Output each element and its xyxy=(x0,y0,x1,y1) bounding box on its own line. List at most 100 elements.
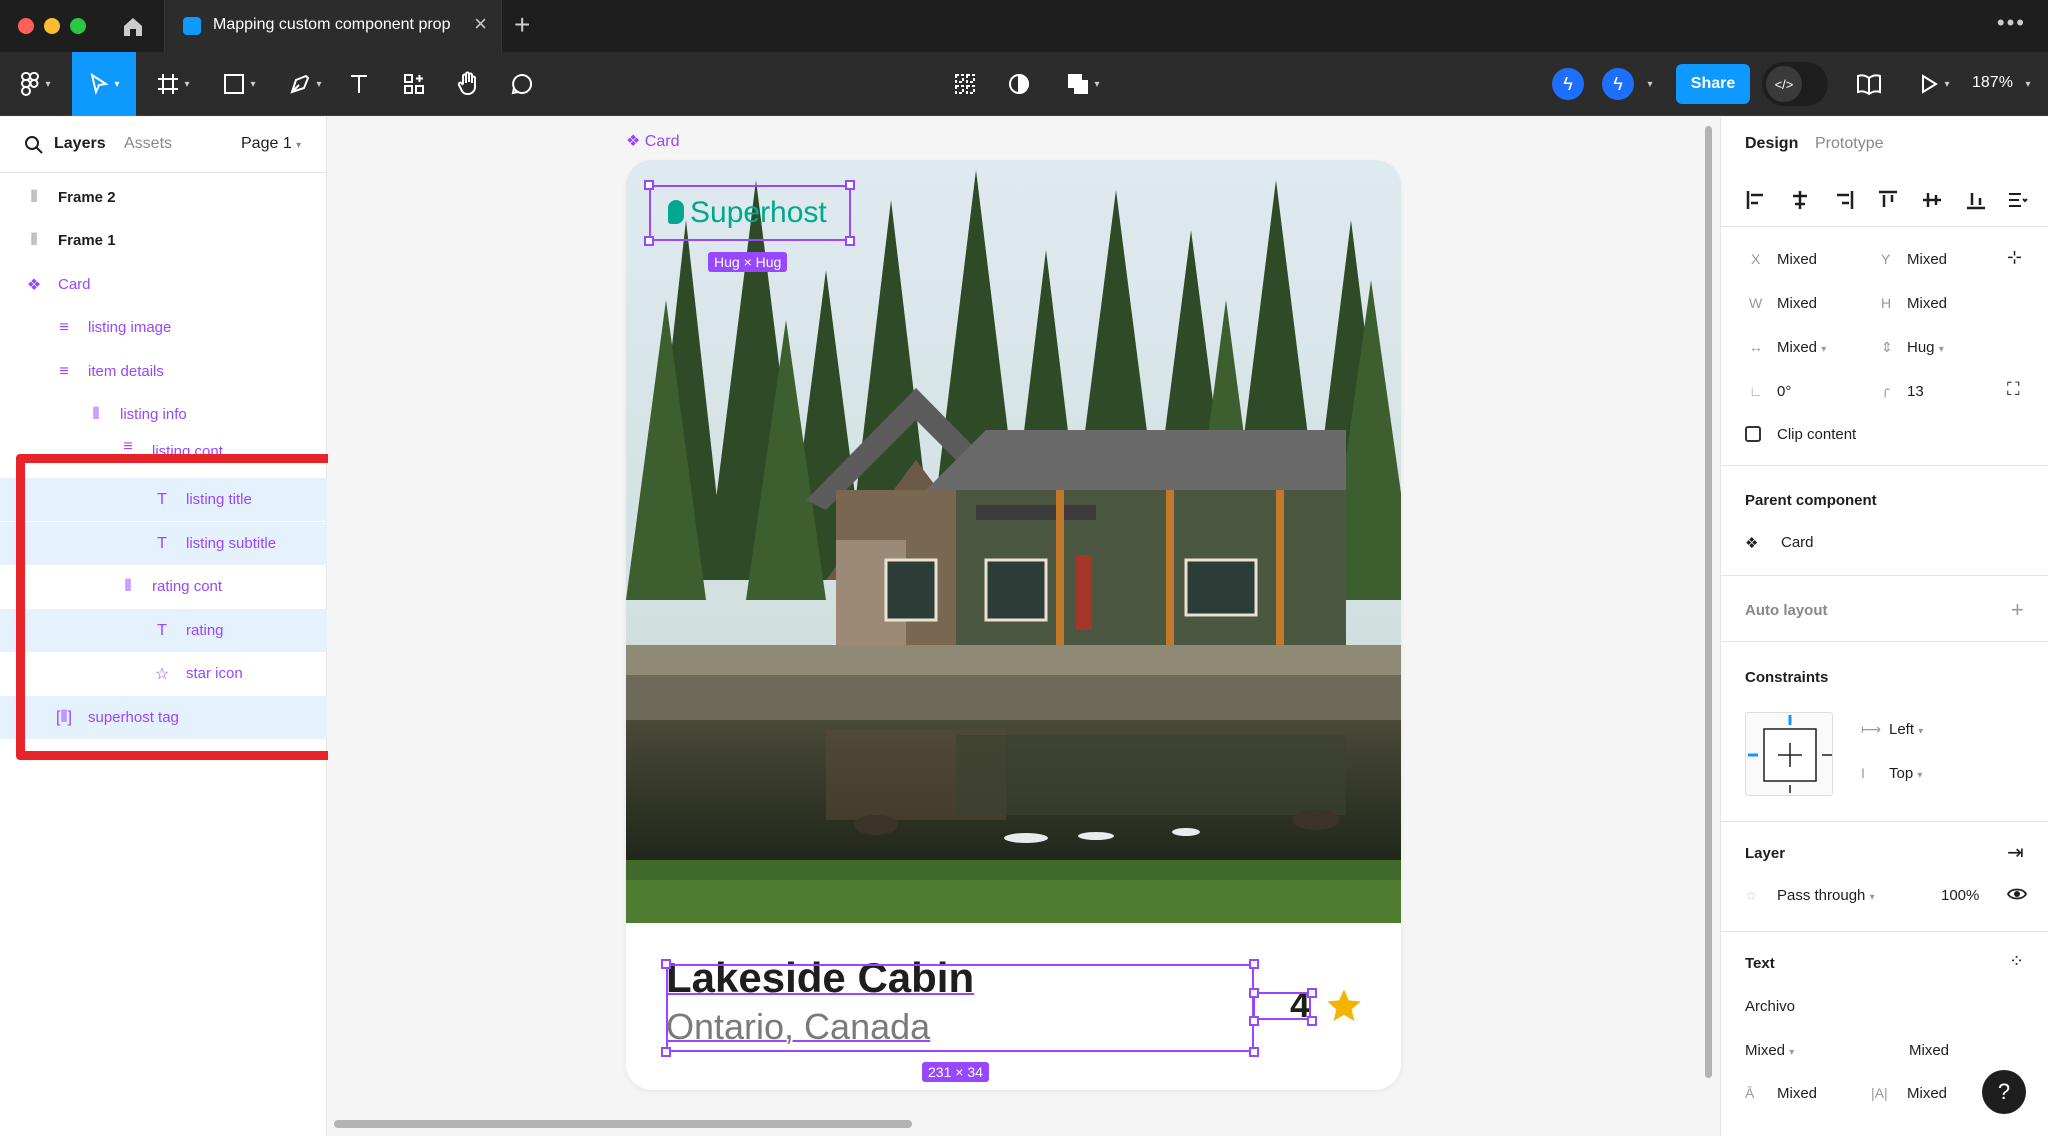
resize-handle[interactable] xyxy=(845,180,855,190)
add-auto-layout-icon[interactable]: + xyxy=(2011,597,2024,623)
page-selector[interactable]: Page 1 ▾ xyxy=(241,135,301,153)
resize-handle[interactable] xyxy=(661,1047,671,1057)
distribute-icon[interactable] xyxy=(2007,189,2029,211)
close-window-button[interactable] xyxy=(18,18,34,34)
pen-tool-icon[interactable]: ▾ xyxy=(280,52,330,116)
resize-handle[interactable] xyxy=(644,236,654,246)
font-size-input[interactable]: Mixed xyxy=(1909,1042,1949,1059)
vertical-constraint-value: Top xyxy=(1889,765,1914,782)
apply-styles-icon[interactable]: ⇥ xyxy=(2007,840,2024,865)
move-tool-icon[interactable]: ▾ xyxy=(72,52,136,116)
layer-frame-2[interactable]: ⦀ Frame 2 xyxy=(0,176,327,219)
chevron-down-icon[interactable]: ▾ xyxy=(1638,52,1658,116)
zoom-window-button[interactable] xyxy=(70,18,86,34)
letter-spacing-input[interactable]: Mixed xyxy=(1907,1085,1947,1102)
home-icon[interactable] xyxy=(118,12,148,40)
star-icon[interactable] xyxy=(1324,986,1364,1026)
resources-icon[interactable] xyxy=(398,52,430,116)
layer-item-details[interactable]: ≡ item details xyxy=(0,350,327,393)
corner-radius-input[interactable]: 13 xyxy=(1907,383,1924,400)
main-menu-icon[interactable]: ▾ xyxy=(10,52,60,116)
text-styles-icon[interactable]: ⁘ xyxy=(2009,951,2024,972)
align-center-v-icon[interactable] xyxy=(1921,189,1943,211)
tab-layers[interactable]: Layers xyxy=(54,135,106,153)
width-input[interactable]: Mixed xyxy=(1777,295,1817,312)
stack-icon: ≡ xyxy=(59,362,69,380)
resize-handle[interactable] xyxy=(1307,988,1317,998)
share-button[interactable]: Share xyxy=(1676,64,1750,104)
card-component[interactable] xyxy=(626,160,1401,1090)
play-icon[interactable]: ▾ xyxy=(1912,52,1956,116)
font-style-select[interactable]: Mixed ▾ xyxy=(1745,1042,1794,1059)
shape-tool-icon[interactable]: ▾ xyxy=(214,52,264,116)
close-icon[interactable]: × xyxy=(474,12,487,36)
lightning-icon[interactable]: ϟ xyxy=(1602,68,1634,100)
resize-handle[interactable] xyxy=(1249,959,1259,969)
comment-tool-icon[interactable] xyxy=(506,52,538,116)
vertical-constraint-select[interactable]: Top ▾ xyxy=(1889,765,1922,782)
horizontal-constraint-value: Left xyxy=(1889,721,1915,738)
frame-tool-icon[interactable]: ▾ xyxy=(148,52,198,116)
vertical-resize-select[interactable]: Hug ▾ xyxy=(1907,339,1944,356)
more-icon[interactable]: ••• xyxy=(1997,10,2026,36)
tab-prototype[interactable]: Prototype xyxy=(1815,135,1883,153)
boolean-icon[interactable]: ▾ xyxy=(1060,52,1106,116)
card-frame-label[interactable]: ❖ Card xyxy=(626,131,679,151)
vertical-resize-icon: ⇕ xyxy=(1881,339,1893,355)
y-input[interactable]: Mixed xyxy=(1907,251,1947,268)
plus-icon[interactable]: + xyxy=(514,10,530,40)
hand-tool-icon[interactable] xyxy=(452,52,484,116)
parent-component-link[interactable]: Card xyxy=(1781,534,1814,551)
listing-image[interactable] xyxy=(626,160,1401,923)
vertical-scrollbar[interactable] xyxy=(1705,126,1712,1078)
layer-listing-image[interactable]: ≡ listing image xyxy=(0,306,327,349)
align-bottom-icon[interactable] xyxy=(1965,189,1987,211)
component-grid-icon[interactable] xyxy=(950,52,980,116)
dev-mode-toggle[interactable]: </> xyxy=(1762,62,1828,106)
card-label-text: Card xyxy=(644,133,680,150)
align-right-icon[interactable] xyxy=(1833,189,1855,211)
x-input[interactable]: Mixed xyxy=(1777,251,1817,268)
layer-frame-1[interactable]: ⦀ Frame 1 xyxy=(0,219,327,262)
horizontal-resize-select[interactable]: Mixed ▾ xyxy=(1777,339,1826,356)
line-height-input[interactable]: Mixed xyxy=(1777,1085,1817,1102)
search-icon[interactable] xyxy=(24,135,44,155)
horizontal-scrollbar[interactable] xyxy=(334,1120,912,1128)
help-icon[interactable]: ? xyxy=(1982,1070,2026,1114)
text-tool-icon[interactable] xyxy=(344,52,374,116)
align-left-icon[interactable] xyxy=(1745,189,1767,211)
tab-assets[interactable]: Assets xyxy=(124,135,172,153)
contrast-icon[interactable] xyxy=(1004,52,1034,116)
eye-icon[interactable] xyxy=(2006,885,2028,907)
blend-mode-select[interactable]: Pass through ▾ xyxy=(1777,887,1875,904)
zoom-level[interactable]: 187% xyxy=(1972,74,2013,92)
resize-handle[interactable] xyxy=(1307,1016,1317,1026)
layer-listing-info[interactable]: ⦀ listing info xyxy=(0,393,327,436)
tab-design[interactable]: Design xyxy=(1745,135,1798,153)
clip-content-checkbox[interactable] xyxy=(1745,426,1761,442)
lightning-icon[interactable]: ϟ xyxy=(1552,68,1584,100)
align-top-icon[interactable] xyxy=(1877,189,1899,211)
file-tab[interactable]: Mapping custom component prop × xyxy=(164,0,502,52)
horizontal-constraint-select[interactable]: Left ▾ xyxy=(1889,721,1923,738)
chevron-down-icon[interactable]: ▾ xyxy=(2016,52,2036,116)
resize-handle[interactable] xyxy=(1249,1016,1259,1026)
font-family-select[interactable]: Archivo xyxy=(1745,998,1795,1015)
opacity-input[interactable]: 100% xyxy=(1941,887,1979,904)
selection-frame xyxy=(1253,992,1311,1020)
layer-card[interactable]: ❖ Card xyxy=(0,263,327,306)
resize-handle[interactable] xyxy=(661,959,671,969)
resize-handle[interactable] xyxy=(1249,1047,1259,1057)
resize-handle[interactable] xyxy=(644,180,654,190)
resize-handle[interactable] xyxy=(845,236,855,246)
resize-handle[interactable] xyxy=(1249,988,1259,998)
clip-content-label: Clip content xyxy=(1777,426,1857,443)
constraints-widget[interactable] xyxy=(1745,712,1833,796)
align-center-h-icon[interactable] xyxy=(1789,189,1811,211)
independent-corners-icon[interactable]: ⛶ xyxy=(2007,379,2020,400)
minimize-window-button[interactable] xyxy=(44,18,60,34)
book-icon[interactable] xyxy=(1854,52,1884,116)
rotation-input[interactable]: 0° xyxy=(1777,383,1791,400)
height-input[interactable]: Mixed xyxy=(1907,295,1947,312)
constrain-proportions-icon[interactable]: ⊹ xyxy=(2007,247,2022,268)
